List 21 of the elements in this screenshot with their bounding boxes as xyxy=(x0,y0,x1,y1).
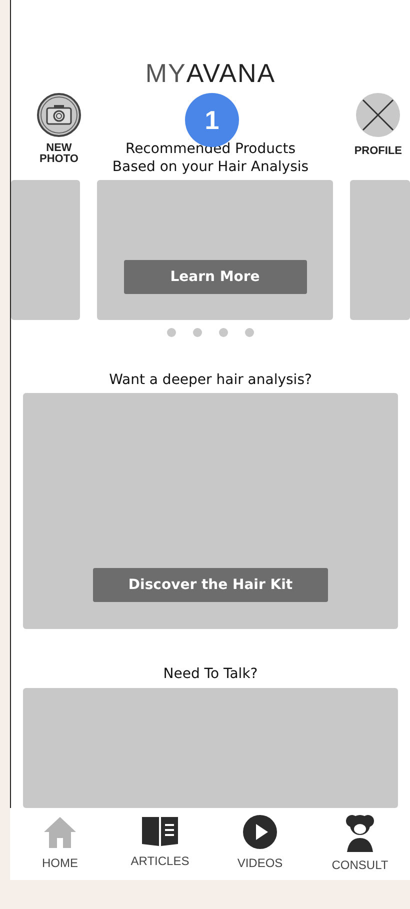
person-icon xyxy=(343,814,377,852)
carousel-dot[interactable] xyxy=(245,328,254,337)
nav-tab[interactable]: HOME xyxy=(15,814,105,872)
new-photo-label: NEW PHOTO xyxy=(40,143,78,165)
carousel-dot[interactable] xyxy=(193,328,202,337)
carousel-dot[interactable] xyxy=(167,328,176,337)
nav-tab[interactable]: ARTICLES xyxy=(115,814,205,872)
discover-hair-kit-button[interactable]: Discover the Hair Kit xyxy=(93,568,328,602)
camera-icon[interactable] xyxy=(37,93,81,137)
profile-placeholder-icon[interactable] xyxy=(356,93,400,137)
learn-more-button[interactable]: Learn More xyxy=(124,260,306,294)
book-icon xyxy=(141,814,179,848)
home-icon xyxy=(42,814,78,850)
section-title: Need To Talk? xyxy=(163,665,258,683)
carousel-dot[interactable] xyxy=(219,328,228,337)
profile-label: PROFILE xyxy=(354,146,402,157)
app-logo: MYAVANA xyxy=(145,58,276,89)
nav-tab[interactable]: VIDEOS xyxy=(215,814,305,872)
play-icon xyxy=(242,814,278,850)
nav-tab[interactable]: CONSULT xyxy=(315,814,405,872)
section-title: Want a deeper hair analysis? xyxy=(109,371,312,389)
